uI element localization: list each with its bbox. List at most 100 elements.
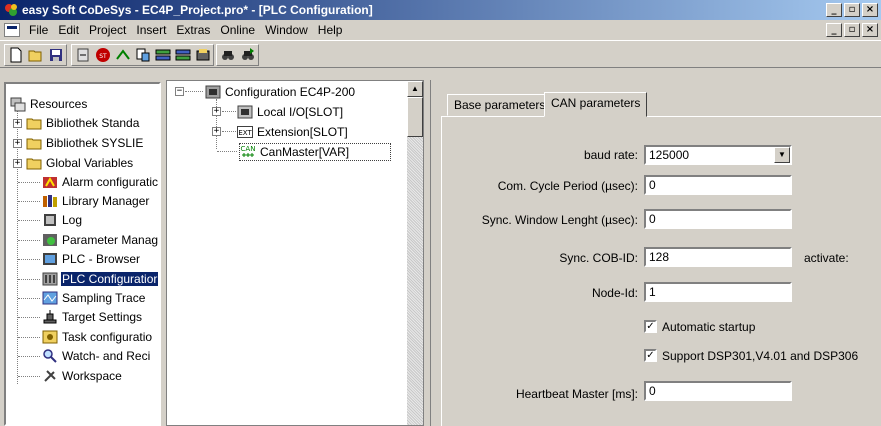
tree-item-parameter-manager[interactable]: Parameter Manag bbox=[42, 231, 159, 249]
plc-configuration-tree-pane[interactable]: − Configuration EC4P-200 + Local I/O[SLO… bbox=[166, 80, 424, 426]
scroll-thumb[interactable] bbox=[407, 97, 423, 137]
tab-base-parameters[interactable]: Base parameters bbox=[447, 94, 553, 116]
tree-item-configuration-root[interactable]: Configuration EC4P-200 bbox=[205, 83, 356, 101]
svg-text:EXT: EXT bbox=[238, 129, 252, 137]
node-id-input[interactable]: 1 bbox=[644, 282, 792, 302]
run-icon bbox=[115, 49, 130, 60]
menu-edit[interactable]: Edit bbox=[53, 23, 84, 37]
menu-window[interactable]: Window bbox=[260, 23, 313, 37]
tree-item-watch-recipe[interactable]: Watch- and Reci bbox=[42, 347, 151, 365]
login-button[interactable] bbox=[73, 46, 92, 64]
automatic-startup-checkbox[interactable]: ✓ bbox=[644, 320, 657, 333]
sync-cob-id-input[interactable]: 128 bbox=[644, 247, 792, 267]
task-icon bbox=[42, 329, 58, 345]
baud-rate-select[interactable]: 125000 ▼ bbox=[644, 145, 792, 165]
tree-item-resources[interactable]: Resources bbox=[10, 95, 88, 113]
expand-toggle[interactable]: + bbox=[212, 127, 221, 136]
io-module-icon bbox=[237, 104, 253, 120]
tree-item-alarm-configuration[interactable]: Alarm configuratic bbox=[42, 173, 159, 191]
sync-window-label: Sync. Window Lenght (µsec): bbox=[481, 213, 638, 227]
find-button[interactable] bbox=[218, 46, 237, 64]
child-minimize-button[interactable]: _ bbox=[826, 23, 842, 37]
expand-toggle[interactable]: + bbox=[212, 107, 221, 116]
tree-item-local-io[interactable]: Local I/O[SLOT] bbox=[237, 103, 344, 121]
menu-file[interactable]: File bbox=[24, 23, 53, 37]
write-values-button[interactable] bbox=[193, 46, 212, 64]
com-cycle-input[interactable]: 0 bbox=[644, 175, 792, 195]
step-button[interactable] bbox=[133, 46, 152, 64]
browser-icon bbox=[42, 251, 58, 267]
login-icon bbox=[77, 48, 88, 62]
find-next-button[interactable] bbox=[238, 46, 257, 64]
heartbeat-master-input[interactable]: 0 bbox=[644, 381, 792, 401]
tree-item-sampling-trace[interactable]: Sampling Trace bbox=[42, 289, 146, 307]
left-splitter[interactable] bbox=[161, 80, 165, 426]
breakpoint-button[interactable] bbox=[153, 46, 172, 64]
expand-toggle[interactable]: + bbox=[13, 119, 22, 128]
support-dsp-checkbox[interactable]: ✓ bbox=[644, 349, 657, 362]
tree-item-global-variables[interactable]: Global Variables bbox=[26, 154, 134, 172]
restore-button[interactable]: ▫ bbox=[844, 3, 860, 17]
menu-insert[interactable]: Insert bbox=[131, 23, 171, 37]
sync-cob-id-label: Sync. COB-ID: bbox=[559, 251, 638, 265]
save-button[interactable] bbox=[46, 46, 65, 64]
tree-item-log[interactable]: Log bbox=[42, 211, 83, 229]
plc-config-icon bbox=[42, 271, 58, 287]
alarm-icon bbox=[42, 174, 58, 190]
menu-help[interactable]: Help bbox=[313, 23, 348, 37]
tree-item-target-settings[interactable]: Target Settings bbox=[42, 308, 143, 326]
tree-item-workspace[interactable]: Workspace bbox=[42, 367, 123, 385]
title-bar[interactable]: easy Soft CoDeSys - EC4P_Project.pro* - … bbox=[0, 0, 881, 20]
open-file-button[interactable] bbox=[26, 46, 45, 64]
can-icon: CAN bbox=[240, 144, 256, 160]
write-values-icon bbox=[196, 49, 209, 61]
resources-icon bbox=[10, 96, 26, 112]
tree-item-bibliothek-standard[interactable]: Bibliothek Standa bbox=[26, 114, 140, 132]
target-icon bbox=[42, 309, 58, 325]
expand-toggle[interactable]: + bbox=[13, 159, 22, 168]
run-button[interactable] bbox=[113, 46, 132, 64]
watch-icon bbox=[42, 348, 58, 364]
tree-item-plc-configuration[interactable]: PLC Configuratior bbox=[42, 270, 159, 288]
window-title: easy Soft CoDeSys - EC4P_Project.pro* - … bbox=[22, 3, 373, 17]
tree-item-canmaster[interactable]: CAN CanMaster[VAR] bbox=[239, 143, 392, 161]
menu-project[interactable]: Project bbox=[84, 23, 131, 37]
expand-toggle[interactable]: + bbox=[13, 139, 22, 148]
library-icon bbox=[42, 193, 58, 209]
tree-item-library-manager[interactable]: Library Manager bbox=[42, 192, 150, 210]
mid-vertical-scrollbar[interactable]: ▲ bbox=[407, 81, 423, 425]
close-button[interactable]: × bbox=[862, 3, 878, 17]
minimize-button[interactable]: _ bbox=[826, 3, 842, 17]
collapse-toggle[interactable]: − bbox=[175, 87, 184, 96]
log-icon bbox=[42, 212, 58, 228]
child-restore-button[interactable]: ▫ bbox=[844, 23, 860, 37]
svg-text:ST: ST bbox=[99, 53, 107, 60]
tree-item-task-configuration[interactable]: Task configuratio bbox=[42, 328, 153, 346]
menu-extras[interactable]: Extras bbox=[171, 23, 215, 37]
tree-item-plc-browser[interactable]: PLC - Browser bbox=[42, 250, 141, 268]
menu-online[interactable]: Online bbox=[215, 23, 260, 37]
stop-button[interactable]: ST bbox=[93, 46, 112, 64]
tree-item-bibliothek-syslib[interactable]: Bibliothek SYSLIE bbox=[26, 134, 144, 152]
right-splitter[interactable] bbox=[425, 80, 429, 426]
folder-icon bbox=[26, 115, 42, 131]
single-cycle-button[interactable] bbox=[173, 46, 192, 64]
sync-window-input[interactable]: 0 bbox=[644, 209, 792, 229]
tab-can-parameters[interactable]: CAN parameters bbox=[544, 92, 648, 117]
can-parameters-panel: baud rate: 125000 ▼ Com. Cycle Period (µ… bbox=[441, 116, 881, 426]
support-dsp-label: Support DSP301,V4.01 and DSP306 bbox=[662, 349, 859, 363]
chevron-down-icon[interactable]: ▼ bbox=[774, 147, 790, 163]
document-window-icon[interactable] bbox=[4, 23, 20, 37]
codesys-app-icon[interactable] bbox=[3, 2, 19, 18]
new-file-icon bbox=[10, 47, 21, 63]
single-cycle-icon bbox=[175, 49, 190, 61]
workspace-icon bbox=[42, 368, 58, 384]
new-file-button[interactable] bbox=[6, 46, 25, 64]
binoculars-next-icon bbox=[241, 48, 254, 60]
svg-text:CAN: CAN bbox=[241, 145, 256, 153]
resources-tree-pane[interactable]: Resources + Bibliothek Standa + Biblioth… bbox=[4, 82, 161, 426]
tree-item-extension[interactable]: EXT Extension[SLOT] bbox=[237, 123, 349, 141]
plc-config-icon bbox=[205, 84, 221, 100]
scroll-up-arrow[interactable]: ▲ bbox=[407, 81, 423, 97]
child-close-button[interactable]: × bbox=[862, 23, 878, 37]
